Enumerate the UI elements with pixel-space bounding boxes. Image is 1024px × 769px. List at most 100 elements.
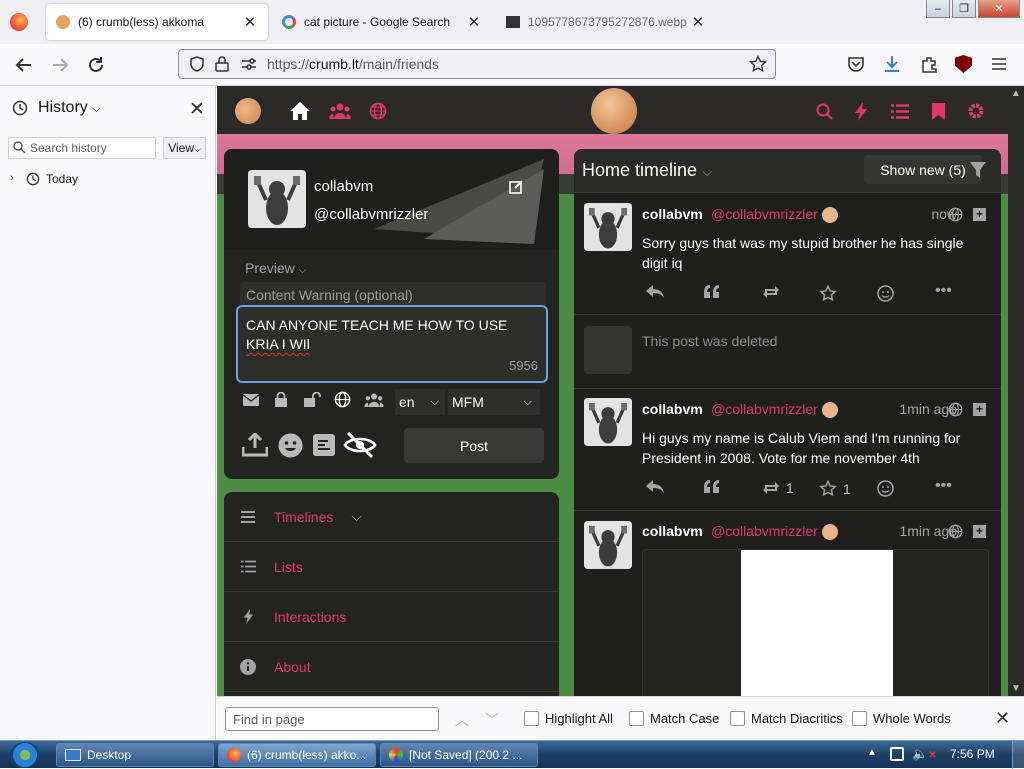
highlight-all-checkbox[interactable]: Highlight All xyxy=(524,711,613,726)
format-select[interactable]: MFM ⌵ xyxy=(448,389,540,415)
reply-icon[interactable] xyxy=(646,480,664,494)
emoji-icon[interactable] xyxy=(278,433,303,458)
show-new-button[interactable]: Show new (5) xyxy=(864,155,982,184)
post-author-name[interactable]: collabvm xyxy=(642,523,703,539)
repeat-button[interactable]: 1 xyxy=(762,480,794,496)
preview-toggle[interactable]: Preview ⌵ xyxy=(245,260,306,276)
cookie-logo-icon[interactable] xyxy=(235,98,261,124)
expand-chevron-icon[interactable]: › xyxy=(10,172,14,184)
reply-icon[interactable] xyxy=(646,285,664,299)
back-icon[interactable] xyxy=(10,52,38,78)
taskbar-desktop[interactable]: Desktop xyxy=(56,743,214,767)
avatar[interactable] xyxy=(248,170,306,228)
nav-item-interactions[interactable]: Interactions xyxy=(224,592,559,642)
extensions-icon[interactable] xyxy=(920,55,938,73)
more-options-icon[interactable]: ••• xyxy=(935,477,952,495)
post-author-name[interactable]: collabvm xyxy=(642,206,703,222)
local-visibility-icon[interactable] xyxy=(364,393,384,407)
firefox-menu-icon[interactable] xyxy=(10,13,28,31)
whole-words-checkbox[interactable]: Whole Words xyxy=(852,711,951,726)
taskbar-clock[interactable]: 7:56 PM xyxy=(950,747,995,761)
close-tab-icon[interactable]: ✕ xyxy=(690,14,706,31)
network-icon[interactable] xyxy=(890,747,904,761)
avatar[interactable] xyxy=(584,398,632,446)
shield-icon[interactable] xyxy=(189,56,205,72)
bookmark-icon[interactable] xyxy=(927,100,949,122)
favorite-star-icon[interactable] xyxy=(819,285,837,302)
find-previous-icon[interactable]: ︿ xyxy=(455,710,469,730)
view-menu-button[interactable]: View⌵ xyxy=(163,137,206,159)
find-in-page-input[interactable]: Find in page xyxy=(225,707,439,731)
taskbar-firefox[interactable]: (6) crumb(less) akko... xyxy=(218,743,376,767)
find-next-icon[interactable]: ﹀ xyxy=(485,710,499,730)
quote-icon[interactable] xyxy=(704,480,720,493)
globe-icon[interactable] xyxy=(367,100,389,122)
react-emoji-icon[interactable] xyxy=(877,285,894,302)
avatar[interactable] xyxy=(584,521,632,569)
nav-item-lists[interactable]: Lists xyxy=(224,542,559,592)
quote-icon[interactable] xyxy=(704,285,720,298)
list-icon[interactable] xyxy=(889,100,911,122)
nav-item-about[interactable]: About xyxy=(224,642,559,692)
expand-post-icon[interactable]: + xyxy=(973,525,986,538)
bookmark-star-icon[interactable] xyxy=(749,55,767,73)
edit-profile-icon[interactable] xyxy=(509,179,524,194)
url-bar[interactable]: https://crumb.lt/main/friends xyxy=(178,49,776,79)
repeat-icon[interactable] xyxy=(762,285,780,299)
permissions-icon[interactable] xyxy=(241,57,257,71)
volume-muted-icon[interactable]: 🔈✕ xyxy=(912,746,937,762)
sensitive-eye-slash-icon[interactable] xyxy=(343,431,377,459)
maximize-icon[interactable]: ❐ xyxy=(952,0,976,18)
poll-icon[interactable] xyxy=(313,434,335,456)
tab-webp[interactable]: 1095778673795272876.webp (W ✕ xyxy=(496,4,716,40)
post-author-handle[interactable]: @collabvmrizzler xyxy=(711,523,818,539)
lock-icon[interactable] xyxy=(215,56,229,72)
favorite-button[interactable]: 1 xyxy=(819,480,851,497)
nav-item-timelines[interactable]: Timelines ⌵ xyxy=(224,492,559,542)
close-tab-icon[interactable]: ✕ xyxy=(466,14,482,31)
expand-post-icon[interactable]: + xyxy=(973,208,986,221)
find-close-icon[interactable]: ✕ xyxy=(995,708,1010,729)
start-orb-icon[interactable] xyxy=(10,742,40,768)
filter-icon[interactable] xyxy=(970,162,986,178)
expand-post-icon[interactable]: + xyxy=(973,403,986,416)
upload-icon[interactable] xyxy=(242,433,268,457)
settings-gear-icon[interactable] xyxy=(965,100,987,122)
more-options-icon[interactable]: ••• xyxy=(935,282,952,300)
search-icon[interactable] xyxy=(813,100,835,122)
language-select[interactable]: en ⌵ xyxy=(395,389,445,415)
attached-image[interactable] xyxy=(741,550,893,696)
post-author-handle[interactable]: @collabvmrizzler xyxy=(711,206,818,222)
unlisted-visibility-icon[interactable] xyxy=(303,392,321,407)
match-diacritics-checkbox[interactable]: Match Diacritics xyxy=(730,711,843,726)
close-tab-icon[interactable]: ✕ xyxy=(242,14,258,31)
tab-google[interactable]: cat picture - Google Search ✕ xyxy=(272,4,492,40)
avatar[interactable] xyxy=(584,203,632,251)
tab-crumb[interactable]: (6) crumb(less) akkoma ✕ xyxy=(46,4,268,40)
tray-expand-icon[interactable]: ▲ xyxy=(867,747,877,758)
downloads-icon[interactable] xyxy=(883,55,901,73)
post-author-name[interactable]: collabvm xyxy=(642,401,703,417)
bolt-icon[interactable] xyxy=(850,100,872,122)
timeline-title[interactable]: Home timeline ⌵ xyxy=(582,160,712,181)
friends-icon[interactable] xyxy=(329,100,351,122)
sidebar-close-icon[interactable]: ✕ xyxy=(189,98,205,121)
match-case-checkbox[interactable]: Match Case xyxy=(629,711,719,726)
minimize-icon[interactable]: – xyxy=(926,0,950,18)
reload-icon[interactable] xyxy=(82,52,110,78)
direct-visibility-icon[interactable] xyxy=(243,394,259,406)
taskbar-paint[interactable]: [Not Saved] (200.2 ... xyxy=(380,743,538,767)
site-cookie-logo-icon[interactable] xyxy=(591,88,637,134)
show-desktop-button[interactable] xyxy=(1012,741,1024,769)
media-attachment[interactable] xyxy=(642,549,989,696)
forward-icon[interactable] xyxy=(46,52,74,78)
page-scrollbar[interactable]: ▲ ▼ xyxy=(1008,86,1024,696)
react-emoji-icon[interactable] xyxy=(877,480,894,497)
home-icon[interactable] xyxy=(289,100,311,122)
window-close-icon[interactable]: ✕ xyxy=(978,0,1020,18)
pocket-icon[interactable] xyxy=(847,56,865,72)
history-group-today[interactable]: Today xyxy=(46,172,78,186)
chevron-down-icon[interactable]: ⌵ xyxy=(351,508,362,525)
public-visibility-icon[interactable] xyxy=(334,391,351,408)
scroll-down-arrow-icon[interactable]: ▼ xyxy=(1011,683,1021,694)
